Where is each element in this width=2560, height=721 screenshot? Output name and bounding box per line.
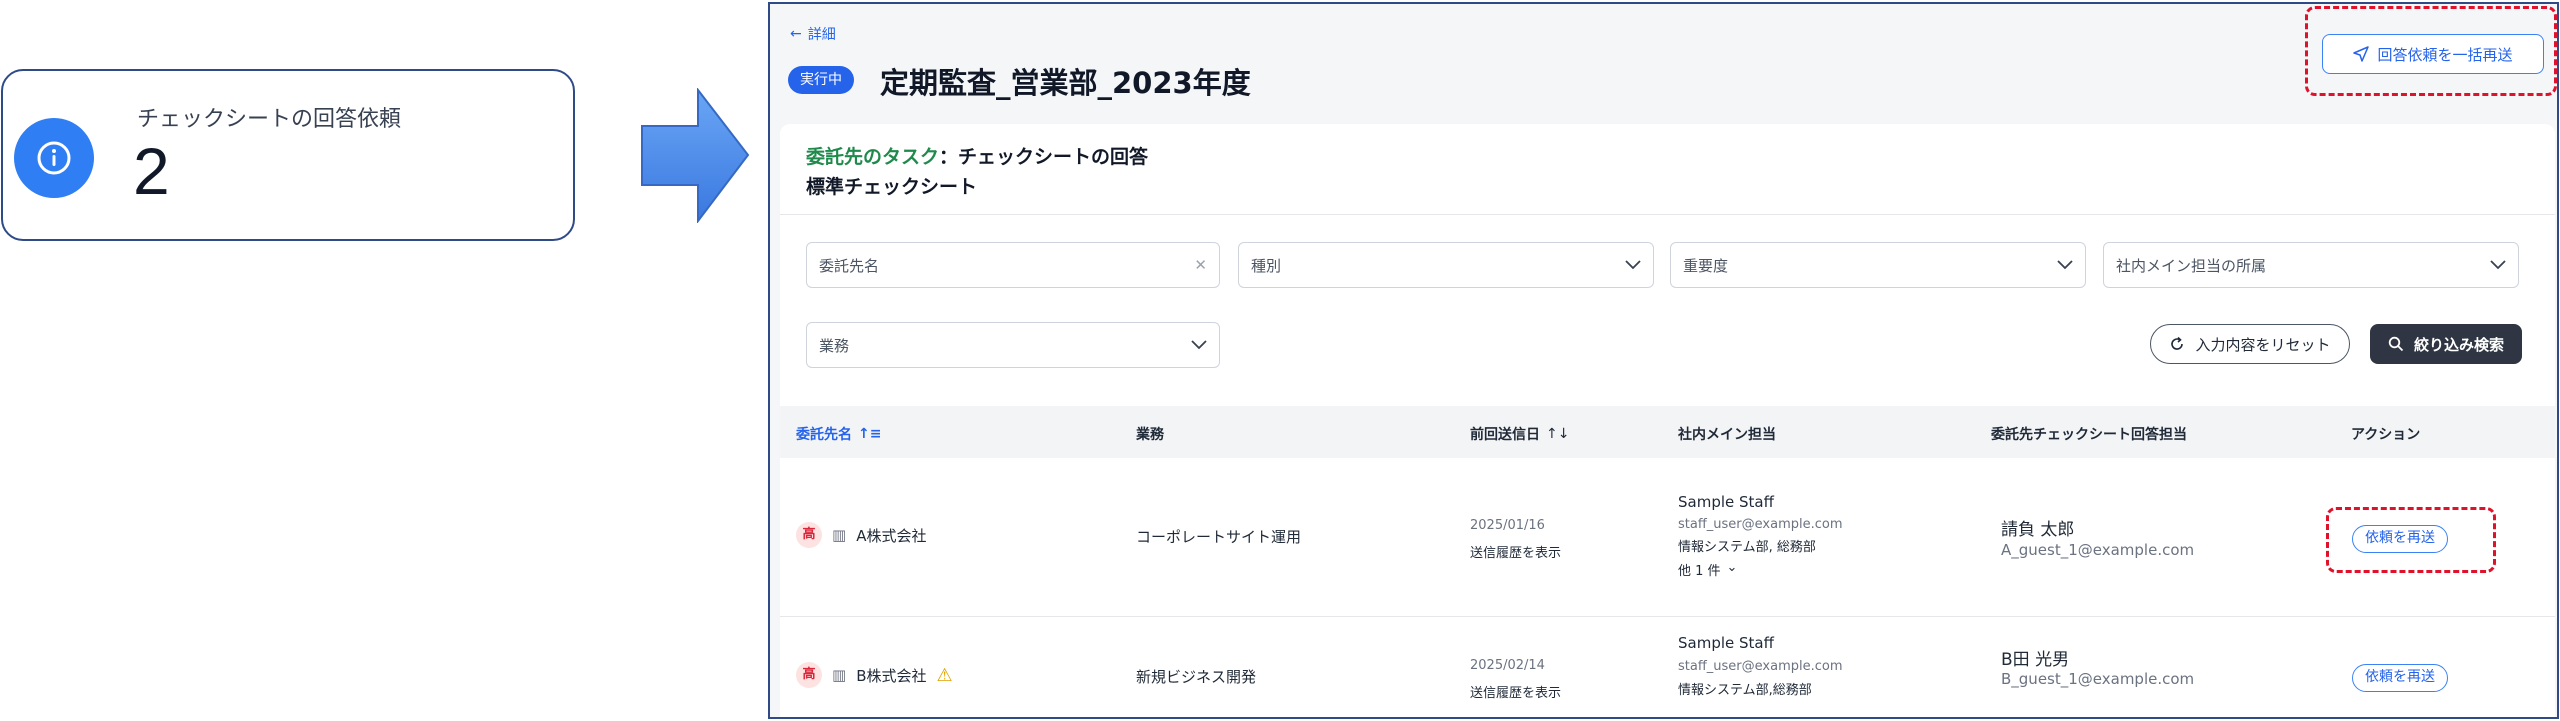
back-link[interactable]: ← 詳細	[790, 24, 836, 44]
vendor-name-input[interactable]: 委託先名 ✕	[806, 242, 1220, 288]
staff-email: staff_user@example.com	[1678, 659, 1843, 674]
header-business: 業務	[1136, 427, 1164, 443]
respondent-name: 請負 太郎	[2001, 520, 2075, 540]
last-sent-date: 2025/02/14	[1470, 658, 1545, 673]
vendor-cell: 高 ▥ A株式会社	[796, 522, 926, 548]
clear-icon[interactable]: ✕	[1194, 256, 1207, 274]
chevron-down-icon	[1191, 340, 1207, 350]
staff-email: staff_user@example.com	[1678, 517, 1843, 532]
reset-button[interactable]: 入力内容をリセット	[2150, 324, 2350, 364]
screen: チェックシートの回答依頼 2 ← 詳細 実行中 定期監査_営業部_2023年度 …	[0, 0, 2560, 721]
page-title: 定期監査_営業部_2023年度	[880, 66, 1251, 100]
staff-more-toggle[interactable]: 他 1 件 ⌄	[1678, 560, 1737, 579]
staff-name: Sample Staff	[1678, 634, 1774, 652]
warning-icon: ⚠	[936, 664, 953, 686]
send-icon	[2353, 46, 2370, 62]
importance-select[interactable]: 重要度	[1670, 242, 2086, 288]
resend-button[interactable]: 依頼を再送	[2352, 525, 2448, 553]
chevron-down-icon: ⌄	[1726, 560, 1738, 575]
staff-name: Sample Staff	[1678, 493, 1774, 511]
header-main-staff: 社内メイン担当	[1678, 427, 1776, 443]
status-badge: 実行中	[788, 66, 854, 94]
arrow-left-icon: ←	[790, 26, 802, 42]
respondent-email: B_guest_1@example.com	[2001, 670, 2195, 688]
business-cell: コーポレートサイト運用	[1136, 528, 1302, 546]
business-select[interactable]: 業務	[806, 322, 1220, 368]
history-link[interactable]: 送信履歴を表示	[1470, 682, 1561, 701]
row-divider	[780, 616, 2555, 617]
chevron-down-icon	[1625, 260, 1641, 270]
respondent-name: B田 光男	[2001, 650, 2070, 670]
department-select[interactable]: 社内メイン担当の所属	[2103, 242, 2519, 288]
refresh-icon	[2171, 336, 2184, 350]
respondent-email: A_guest_1@example.com	[2001, 541, 2195, 559]
priority-badge: 高	[796, 662, 822, 688]
arrow-right-icon	[641, 88, 750, 223]
checksheet-name: 標準チェックシート	[806, 176, 978, 198]
detail-panel: ← 詳細 実行中 定期監査_営業部_2023年度 回答依頼を一括再送 委託先のタ…	[768, 2, 2559, 719]
chevron-down-icon	[2490, 260, 2506, 270]
search-icon	[2388, 336, 2404, 352]
search-button[interactable]: 絞り込み検索	[2370, 324, 2522, 364]
divider	[780, 214, 2555, 215]
staff-department: 情報システム部, 総務部	[1678, 540, 1816, 555]
priority-badge: 高	[796, 522, 822, 548]
staff-department: 情報システム部,総務部	[1678, 683, 1812, 698]
sort-asc-icon[interactable]: ↑≡	[858, 426, 881, 442]
history-link[interactable]: 送信履歴を表示	[1470, 542, 1561, 561]
table-header: 委託先名 ↑≡ 業務 前回送信日 ↑↓ 社内メイン担当 委託先チェックシート回答…	[780, 406, 2555, 458]
info-icon	[14, 118, 94, 198]
vendor-cell: 高 ▥ B株式会社 ⚠	[796, 662, 953, 688]
resend-button[interactable]: 依頼を再送	[2352, 664, 2448, 692]
building-icon: ▥	[832, 666, 847, 684]
header-action: アクション	[2351, 427, 2421, 443]
notification-count: 2	[133, 134, 170, 208]
header-vendor[interactable]: 委託先名 ↑≡	[796, 424, 881, 444]
bulk-resend-button[interactable]: 回答依頼を一括再送	[2322, 34, 2544, 74]
business-cell: 新規ビジネス開発	[1136, 668, 1257, 686]
type-select[interactable]: 種別	[1238, 242, 1654, 288]
vendor-name: B株式会社	[856, 666, 927, 685]
building-icon: ▥	[832, 526, 847, 544]
task-line: 委託先のタスク：チェックシートの回答	[806, 146, 1149, 168]
sort-icon[interactable]: ↑↓	[1546, 426, 1569, 442]
header-respondent: 委託先チェックシート回答担当	[1991, 427, 2187, 443]
notification-card[interactable]: チェックシートの回答依頼 2	[1, 69, 575, 241]
vendor-name: A株式会社	[856, 526, 927, 545]
header-last-sent[interactable]: 前回送信日 ↑↓	[1470, 424, 1569, 444]
last-sent-date: 2025/01/16	[1470, 518, 1545, 533]
notification-label: チェックシートの回答依頼	[137, 107, 402, 132]
chevron-down-icon	[2057, 260, 2073, 270]
content-card: 委託先のタスク：チェックシートの回答 標準チェックシート 委託先名 ✕ 種別 重…	[780, 124, 2555, 717]
